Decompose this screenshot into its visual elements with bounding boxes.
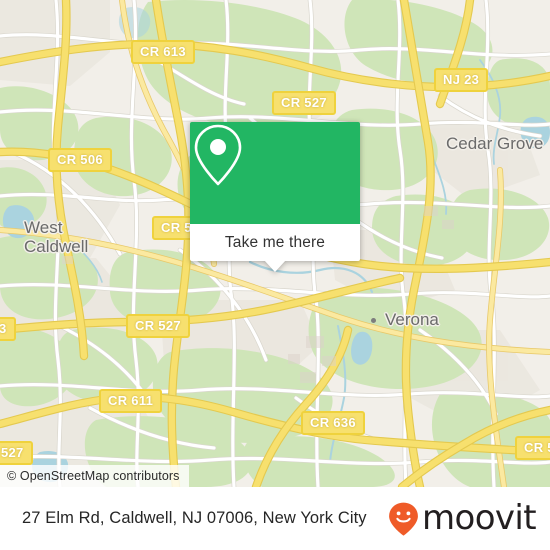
osm-attribution[interactable]: © OpenStreetMap contributors [0, 465, 189, 487]
road-shield-cr-506-left: CR 506 [48, 148, 112, 172]
road-shield-527-edge: 527 [0, 441, 33, 465]
popup-footer[interactable]: Take me there [190, 224, 360, 272]
address-label: 27 Elm Rd, Caldwell, NJ 07006, New York … [22, 509, 367, 527]
road-shield-cr-527-top: CR 527 [272, 91, 336, 115]
map-pin-icon [194, 124, 242, 186]
moovit-pin-smiley-icon [389, 502, 418, 536]
destination-popup[interactable]: Take me there [190, 122, 360, 272]
road-shield-cr-636: CR 636 [301, 411, 365, 435]
moovit-wordmark: moovit [421, 497, 537, 538]
take-me-there-label: Take me there [224, 233, 326, 251]
road-shield-cr-50-edge: CR 50 [515, 436, 550, 460]
footer-bar: 27 Elm Rd, Caldwell, NJ 07006, New York … [0, 487, 550, 550]
popup-tail [264, 260, 286, 272]
moovit-logo[interactable]: moovit [388, 487, 537, 550]
road-shield-cr-527-mid: CR 527 [126, 314, 190, 338]
road-shield-3-edge: 3 [0, 317, 16, 341]
moovit-map-screenshot: .park{fill:#cfe5b8} .parkdk{fill:#c6e0ac… [0, 0, 550, 550]
road-shield-nj-23: NJ 23 [434, 68, 489, 92]
map-canvas[interactable]: .park{fill:#cfe5b8} .parkdk{fill:#c6e0ac… [0, 0, 550, 487]
road-shield-cr-611: CR 611 [99, 389, 163, 413]
town-dot-verona [371, 318, 376, 323]
road-shield-cr-613: CR 613 [131, 40, 195, 64]
popup-header [190, 122, 360, 224]
